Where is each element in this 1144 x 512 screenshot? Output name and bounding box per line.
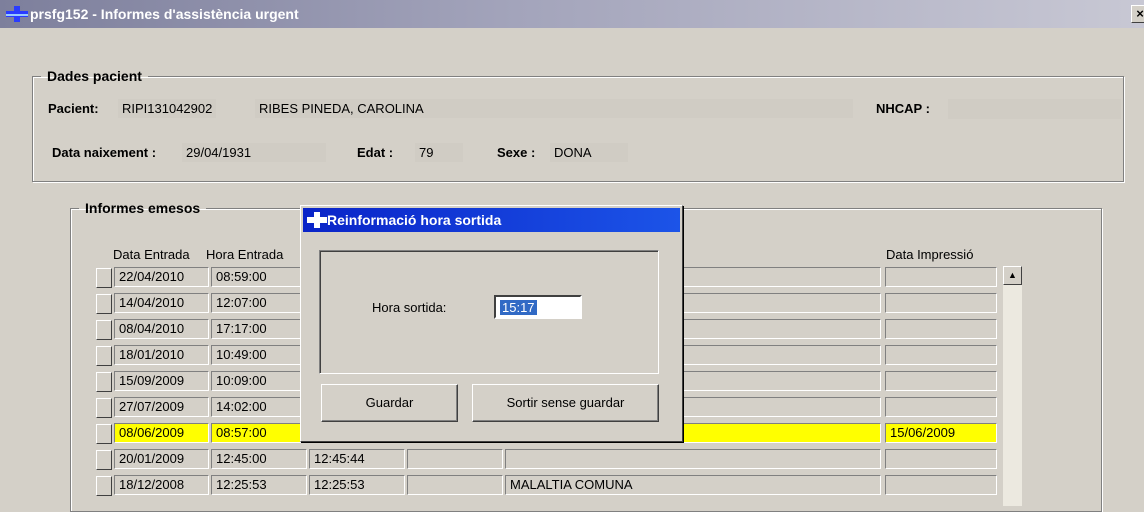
table-cell-print[interactable]: 15/06/2009 xyxy=(885,423,997,443)
window-title: prsfg152 - Informes d'assistència urgent xyxy=(30,6,299,22)
exit-time-value: 15:17 xyxy=(500,300,537,315)
table-cell-date[interactable]: 08/04/2010 xyxy=(114,319,209,339)
table-cell-time[interactable]: 12:45:00 xyxy=(211,449,307,469)
table-cell-print[interactable] xyxy=(885,397,997,417)
patient-id: RIPI131042902 xyxy=(118,99,217,118)
patient-label: Pacient: xyxy=(48,101,99,116)
row-selector[interactable] xyxy=(96,398,112,418)
table-cell-print[interactable] xyxy=(885,293,997,313)
exit-time-input[interactable]: 15:17 xyxy=(494,295,582,319)
table-cell-time[interactable]: 10:09:00 xyxy=(211,371,307,391)
row-selector[interactable] xyxy=(96,450,112,470)
table-cell-time[interactable]: 12:25:53 xyxy=(211,475,307,495)
table-cell-diag[interactable]: MALALTIA COMUNA xyxy=(505,475,881,495)
column-header-time-entry: Hora Entrada xyxy=(206,247,284,262)
table-cell-print[interactable] xyxy=(885,449,997,469)
table-cell-c4[interactable] xyxy=(407,449,503,469)
reports-scrollbar[interactable] xyxy=(1003,266,1022,506)
nhcap-value xyxy=(948,99,1121,119)
column-header-print-date: Data Impressió xyxy=(886,247,974,262)
exit-without-saving-button[interactable]: Sortir sense guardar xyxy=(472,384,659,422)
dialog-cross-icon xyxy=(307,212,327,228)
column-header-date-entry: Data Entrada xyxy=(113,247,190,262)
table-cell-print[interactable] xyxy=(885,319,997,339)
table-cell-print[interactable] xyxy=(885,267,997,287)
table-cell-c4[interactable] xyxy=(407,475,503,495)
sex-label: Sexe : xyxy=(497,145,536,160)
app-cross-icon xyxy=(6,6,28,22)
window-titlebar: prsfg152 - Informes d'assistència urgent… xyxy=(0,0,1144,28)
row-selector[interactable] xyxy=(96,268,112,288)
patient-name: RIBES PINEDA, CAROLINA xyxy=(255,99,853,118)
table-cell-date[interactable]: 15/09/2009 xyxy=(114,371,209,391)
row-selector[interactable] xyxy=(96,346,112,366)
nhcap-label: NHCAP : xyxy=(876,101,930,116)
close-icon[interactable]: × xyxy=(1131,5,1144,23)
exit-time-label: Hora sortida: xyxy=(372,300,447,315)
birth-date-value: 29/04/1931 xyxy=(182,143,326,162)
table-cell-date[interactable]: 20/01/2009 xyxy=(114,449,209,469)
row-selector[interactable] xyxy=(96,320,112,340)
table-cell-time[interactable]: 14:02:00 xyxy=(211,397,307,417)
age-value: 79 xyxy=(415,143,463,162)
table-cell-time[interactable]: 12:07:00 xyxy=(211,293,307,313)
table-cell-date[interactable]: 18/01/2010 xyxy=(114,345,209,365)
table-cell-c3[interactable]: 12:25:53 xyxy=(309,475,405,495)
table-cell-print[interactable] xyxy=(885,345,997,365)
table-cell-time[interactable]: 08:59:00 xyxy=(211,267,307,287)
dialog-input-group: Hora sortida: 15:17 xyxy=(319,250,659,374)
table-cell-print[interactable] xyxy=(885,475,997,495)
dialog-title: Reinformació hora sortida xyxy=(327,212,502,228)
reports-group-legend: Informes emesos xyxy=(85,200,201,216)
table-cell-c3[interactable]: 12:45:44 xyxy=(309,449,405,469)
patient-data-group: Dades pacient xyxy=(32,68,1124,182)
table-cell-time[interactable]: 10:49:00 xyxy=(211,345,307,365)
table-cell-print[interactable] xyxy=(885,371,997,391)
table-cell-date[interactable]: 08/06/2009 xyxy=(114,423,209,443)
patient-group-legend: Dades pacient xyxy=(47,68,142,84)
table-cell-date[interactable]: 27/07/2009 xyxy=(114,397,209,417)
table-cell-time[interactable]: 17:17:00 xyxy=(211,319,307,339)
table-cell-time[interactable]: 08:57:00 xyxy=(211,423,307,443)
age-label: Edat : xyxy=(357,145,394,160)
dialog-titlebar: Reinformació hora sortida xyxy=(303,208,680,232)
table-cell-date[interactable]: 22/04/2010 xyxy=(114,267,209,287)
row-selector[interactable] xyxy=(96,372,112,392)
scroll-up-arrow-icon[interactable]: ▲ xyxy=(1003,266,1022,285)
table-cell-diag[interactable] xyxy=(505,449,881,469)
row-selector[interactable] xyxy=(96,476,112,496)
sex-value: DONA xyxy=(550,143,628,162)
table-cell-date[interactable]: 14/04/2010 xyxy=(114,293,209,313)
save-button[interactable]: Guardar xyxy=(321,384,458,422)
exit-time-dialog: Reinformació hora sortida Hora sortida: … xyxy=(300,205,683,442)
table-cell-date[interactable]: 18/12/2008 xyxy=(114,475,209,495)
row-selector[interactable] xyxy=(96,424,112,444)
row-selector[interactable] xyxy=(96,294,112,314)
birth-date-label: Data naixement : xyxy=(52,145,157,160)
